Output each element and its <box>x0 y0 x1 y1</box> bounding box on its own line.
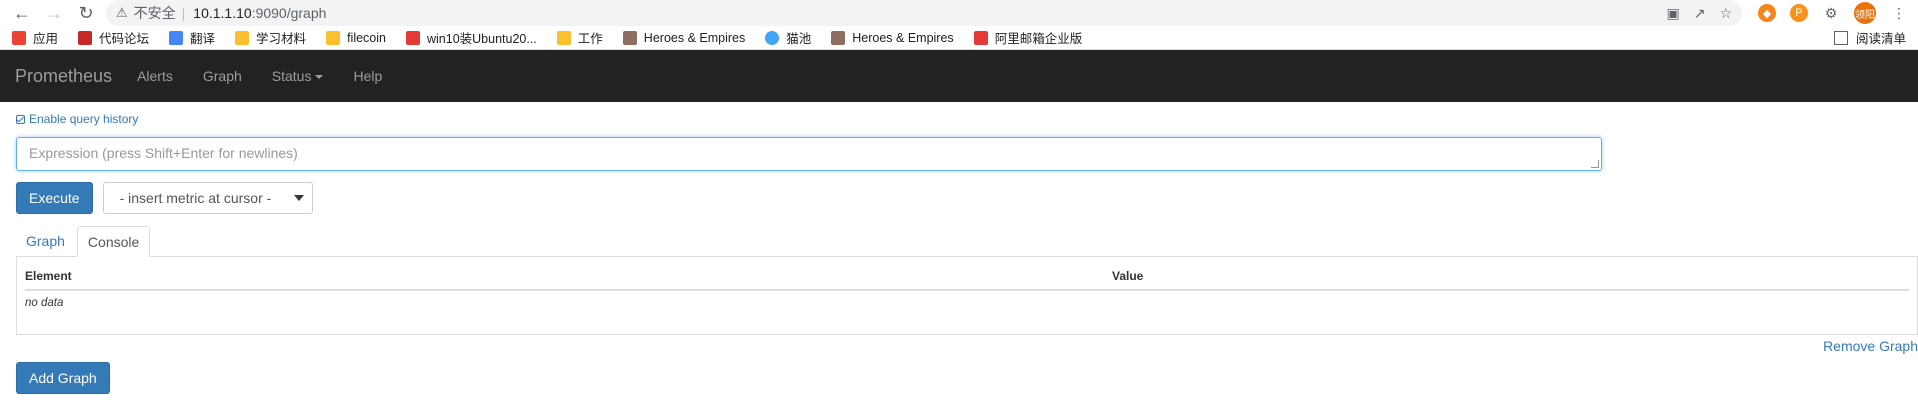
remove-row: Remove Graph <box>16 338 1918 354</box>
remove-graph-link[interactable]: Remove Graph <box>1823 338 1918 354</box>
translate-icon[interactable]: ▣ <box>1666 5 1679 22</box>
nav-status-label: Status <box>271 68 312 84</box>
navbar: Prometheus Alerts Graph Status Help <box>0 50 1918 102</box>
query-history-label: Enable query history <box>29 112 139 126</box>
metric-select[interactable]: - insert metric at cursor - <box>102 182 313 214</box>
url-host: 10.1.1.10 <box>193 5 252 21</box>
favicon-icon <box>405 30 420 45</box>
metamask-icon[interactable]: ◆ <box>1758 4 1776 22</box>
checkbox-icon <box>16 114 25 124</box>
browser-toolbar: ← → ↻ ⚠ 不安全 | 10.1.1.10:9090/graph ▣ ↗ ☆… <box>0 0 1918 26</box>
reload-icon[interactable]: ↻ <box>74 1 98 25</box>
bookmarks-bar: 应用 代码论坛 翻译 学习材料 filecoin win10装Ubuntu20.… <box>0 26 1918 50</box>
metric-select-value: - insert metric at cursor - <box>119 190 272 206</box>
bookmark-item[interactable]: 代码论坛 <box>78 28 149 47</box>
nav-help[interactable]: Help <box>353 68 382 84</box>
bookmark-label: filecoin <box>347 30 386 45</box>
main-container: Enable query history Expression (press S… <box>0 112 1918 394</box>
bookmark-label: win10装Ubuntu20... <box>426 32 537 46</box>
apps-grid-icon <box>12 30 26 45</box>
warning-icon: ⚠ <box>116 5 128 20</box>
table-row: no data <box>25 297 64 309</box>
address-separator: | <box>181 5 186 21</box>
bookmark-label: 学习材料 <box>256 32 307 46</box>
security-label: 不安全 <box>133 5 176 21</box>
execute-button[interactable]: Execute <box>16 182 93 214</box>
nav-status[interactable]: Status <box>272 68 324 84</box>
puzzle-icon[interactable]: ⚙ <box>1822 4 1840 22</box>
console-panel: Element Value no data <box>16 257 1918 335</box>
avatar[interactable]: 领阳 <box>1854 2 1876 24</box>
reading-list-icon <box>1833 30 1848 45</box>
favicon-icon <box>169 30 184 45</box>
bookmark-item[interactable]: 猫池 <box>765 28 811 47</box>
bookmark-label: 猫池 <box>786 32 812 46</box>
controls-row: Execute - insert metric at cursor - <box>16 182 1902 214</box>
extension-p-icon[interactable]: P <box>1790 4 1808 22</box>
share-icon[interactable]: ↗ <box>1694 5 1706 22</box>
forward-icon[interactable]: → <box>42 1 66 25</box>
bookmark-label: 阿里邮箱企业版 <box>994 32 1083 46</box>
expression-placeholder: Expression (press Shift+Enter for newlin… <box>29 145 298 161</box>
bookmark-label: 翻译 <box>190 32 216 46</box>
bookmark-item[interactable]: 学习材料 <box>235 28 306 47</box>
resize-handle-icon[interactable] <box>1591 160 1599 168</box>
kebab-menu-icon[interactable]: ⋮ <box>1890 4 1908 22</box>
bookmark-label: 工作 <box>577 32 603 46</box>
folder-icon <box>235 30 250 45</box>
brand-link[interactable]: Prometheus <box>15 66 112 87</box>
chevron-down-icon <box>293 195 304 201</box>
bookmark-item[interactable]: win10装Ubuntu20... <box>405 28 537 47</box>
bookmark-item[interactable]: filecoin <box>326 30 386 45</box>
column-header-value: Value <box>1112 269 1144 283</box>
bookmark-label: Heroes & Empires <box>643 30 746 45</box>
bookmark-item[interactable]: Heroes & Empires <box>831 30 954 45</box>
reading-list-label: 阅读清单 <box>1855 32 1906 46</box>
reading-list[interactable]: 阅读清单 <box>1833 28 1906 47</box>
expression-input[interactable]: Expression (press Shift+Enter for newlin… <box>16 137 1602 171</box>
tab-graph[interactable]: Graph <box>16 226 75 257</box>
bookmark-item[interactable]: 阿里邮箱企业版 <box>973 28 1083 47</box>
bookmark-item[interactable]: 翻译 <box>169 28 215 47</box>
nav-graph[interactable]: Graph <box>203 68 242 84</box>
star-icon[interactable]: ☆ <box>1719 5 1732 22</box>
favicon-icon <box>831 30 846 45</box>
caret-down-icon <box>315 75 324 80</box>
tab-console[interactable]: Console <box>76 226 151 257</box>
mail-icon <box>973 30 988 45</box>
bookmark-item[interactable]: Heroes & Empires <box>622 30 746 45</box>
bookmark-item[interactable]: 工作 <box>556 28 603 47</box>
add-graph-button[interactable]: Add Graph <box>16 362 110 394</box>
folder-icon <box>556 30 571 45</box>
bookmark-label: 代码论坛 <box>99 32 150 46</box>
favicon-icon <box>765 30 780 45</box>
url-path: :9090/graph <box>251 5 327 21</box>
table-header: Element Value <box>25 269 1909 291</box>
column-header-element: Element <box>25 269 72 283</box>
favicon-icon <box>78 30 93 45</box>
favicon-icon <box>622 30 637 45</box>
back-icon[interactable]: ← <box>10 1 34 25</box>
nav-alerts[interactable]: Alerts <box>137 68 173 84</box>
bookmark-label: Heroes & Empires <box>852 30 954 45</box>
tab-bar: Graph Console <box>16 226 1918 257</box>
enable-query-history[interactable]: Enable query history <box>16 112 1902 126</box>
address-bar[interactable]: ⚠ 不安全 | 10.1.1.10:9090/graph ▣ ↗ ☆ <box>106 0 1742 26</box>
bookmark-item[interactable]: 应用 <box>12 28 58 47</box>
folder-icon <box>326 30 341 45</box>
bookmark-label: 应用 <box>33 32 59 46</box>
